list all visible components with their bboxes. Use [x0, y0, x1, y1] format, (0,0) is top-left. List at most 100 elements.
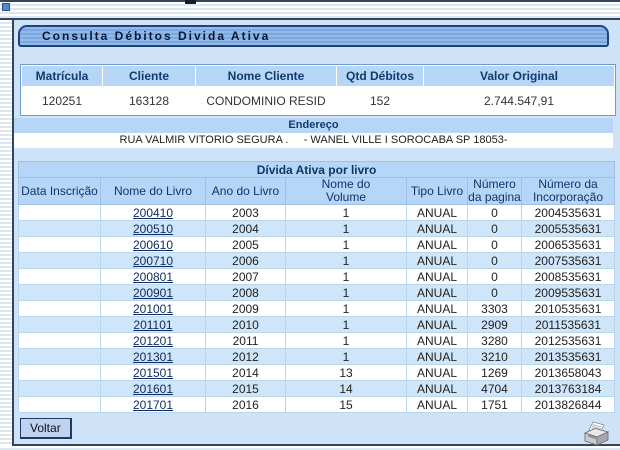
livro-link[interactable]: 200410: [133, 206, 173, 220]
address-label: Endereço: [14, 118, 613, 133]
cell-nome-volume: 1: [286, 333, 407, 349]
app-square-icon: [2, 3, 10, 11]
cell-numero-pagina: 3210: [468, 349, 522, 365]
cell-ano-livro: 2015: [206, 381, 286, 397]
table-row: 201701201615ANUAL17512013826844: [19, 397, 615, 413]
window-left-strip: [0, 20, 14, 446]
livro-link[interactable]: 200801: [133, 270, 173, 284]
footer-bar: Voltar: [20, 418, 612, 450]
cell-nome-livro: 201501: [101, 365, 206, 381]
cell-tipo-livro: ANUAL: [407, 365, 468, 381]
cell-numero-pagina: 0: [468, 221, 522, 237]
cell-nome-volume: 14: [286, 381, 407, 397]
table-row: 20061020051ANUAL02006535631: [19, 237, 615, 253]
livro-link[interactable]: 201101: [133, 318, 172, 332]
cell-tipo-livro: ANUAL: [407, 269, 468, 285]
livro-link[interactable]: 201701: [133, 398, 173, 412]
cell-tipo-livro: ANUAL: [407, 333, 468, 349]
cell-ano-livro: 2014: [206, 365, 286, 381]
table-row: 20130120121ANUAL32102013535631: [19, 349, 615, 365]
col-tipo-livro: Tipo Livro: [407, 178, 468, 205]
table-row: 200510 20041ANUAL02005535631: [19, 221, 615, 237]
livro-link[interactable]: 201001: [133, 302, 173, 316]
cell-numero-incorporacao: 2013658043: [522, 365, 615, 381]
cell-numero-incorporacao: 2006535631: [522, 237, 615, 253]
cell-numero-incorporacao: 2009535631: [522, 285, 615, 301]
cell-nome-livro: 201201: [101, 333, 206, 349]
livro-link[interactable]: 201601: [133, 382, 173, 396]
cell-numero-pagina: 3303: [468, 301, 522, 317]
cell-ano-livro: 2003: [206, 205, 286, 221]
printer-icon[interactable]: [580, 418, 612, 450]
summary-header-row: Matrícula Cliente Nome Cliente Qtd Débit…: [22, 66, 614, 86]
livro-link[interactable]: 200610: [133, 238, 173, 252]
livros-header-row: Data Inscrição Nome do Livro Ano do Livr…: [19, 178, 615, 205]
cell-numero-incorporacao: 2010535631: [522, 301, 615, 317]
cell-nome-volume: 1: [286, 237, 407, 253]
cell-nome-livro: 200610: [101, 237, 206, 253]
cell-numero-incorporacao: 2008535631: [522, 269, 615, 285]
cell-data-inscricao: [19, 365, 101, 381]
cell-data-inscricao: [19, 381, 101, 397]
value-matricula: 120251: [22, 87, 102, 114]
cell-numero-pagina: 0: [468, 269, 522, 285]
cell-data-inscricao: [19, 269, 101, 285]
header-matricula: Matrícula: [22, 66, 102, 86]
table-row: 20110120101ANUAL29092011535631: [19, 317, 615, 333]
cell-nome-livro: 200510: [101, 221, 206, 237]
cell-tipo-livro: ANUAL: [407, 221, 468, 237]
voltar-button[interactable]: Voltar: [20, 418, 72, 439]
col-nome-livro: Nome do Livro: [101, 178, 206, 205]
cell-numero-incorporacao: 2005535631: [522, 221, 615, 237]
cell-data-inscricao: [19, 317, 101, 333]
col-numero-incorporacao: Número da Incorporação: [522, 178, 615, 205]
cell-nome-volume: 1: [286, 253, 407, 269]
cell-ano-livro: 2012: [206, 349, 286, 365]
table-row: 20100120091ANUAL33032010535631: [19, 301, 615, 317]
cell-nome-volume: 1: [286, 221, 407, 237]
cell-numero-pagina: 2909: [468, 317, 522, 333]
cell-data-inscricao: [19, 397, 101, 413]
cell-numero-pagina: 0: [468, 253, 522, 269]
cell-nome-volume: 13: [286, 365, 407, 381]
cell-nome-livro: 201601: [101, 381, 206, 397]
cell-tipo-livro: ANUAL: [407, 381, 468, 397]
cell-numero-incorporacao: 2004535631: [522, 205, 615, 221]
livro-link[interactable]: 200901: [133, 286, 173, 300]
cell-nome-livro: 200710: [101, 253, 206, 269]
cell-nome-livro: 201301: [101, 349, 206, 365]
cell-ano-livro: 2005: [206, 237, 286, 253]
cell-data-inscricao: [19, 285, 101, 301]
livros-body: 20041020031ANUAL0200453563120051020041AN…: [19, 205, 615, 413]
cell-ano-livro: 2009: [206, 301, 286, 317]
cell-tipo-livro: ANUAL: [407, 349, 468, 365]
header-valor-original: Valor Original: [424, 66, 614, 86]
cell-ano-livro: 2010: [206, 317, 286, 333]
col-data-inscricao: Data Inscrição: [19, 178, 101, 205]
table-row: 20071020061ANUAL02007535631: [19, 253, 615, 269]
address-block: Endereço RUA VALMIR VITORIO SEGURA . - W…: [14, 118, 613, 148]
cell-tipo-livro: ANUAL: [407, 317, 468, 333]
table-row: 20120120111ANUAL32802012535631: [19, 333, 615, 349]
cell-numero-pagina: 1269: [468, 365, 522, 381]
cell-numero-incorporacao: 2013826844: [522, 397, 615, 413]
window-top-strip: [0, 0, 620, 20]
livro-link[interactable]: 201301: [133, 350, 173, 364]
cell-tipo-livro: ANUAL: [407, 253, 468, 269]
value-valor-original: 2.744.547,91: [424, 87, 614, 114]
cell-tipo-livro: ANUAL: [407, 205, 468, 221]
cell-ano-livro: 2007: [206, 269, 286, 285]
cell-nome-livro: 200801: [101, 269, 206, 285]
cell-numero-pagina: 0: [468, 237, 522, 253]
livro-link[interactable]: 201201: [133, 334, 173, 348]
livro-link[interactable]: 200510: [133, 222, 173, 236]
livro-link[interactable]: 201501: [133, 366, 173, 380]
cell-ano-livro: 2006: [206, 253, 286, 269]
table-row: 20041020031ANUAL02004535631: [19, 205, 615, 221]
cell-ano-livro: 2016: [206, 397, 286, 413]
livro-link[interactable]: 200710: [133, 254, 173, 268]
cell-nome-volume: 1: [286, 269, 407, 285]
cell-ano-livro: 2004: [206, 221, 286, 237]
cell-nome-livro: 200410: [101, 205, 206, 221]
col-numero-pagina: Número da pagina: [468, 178, 522, 205]
